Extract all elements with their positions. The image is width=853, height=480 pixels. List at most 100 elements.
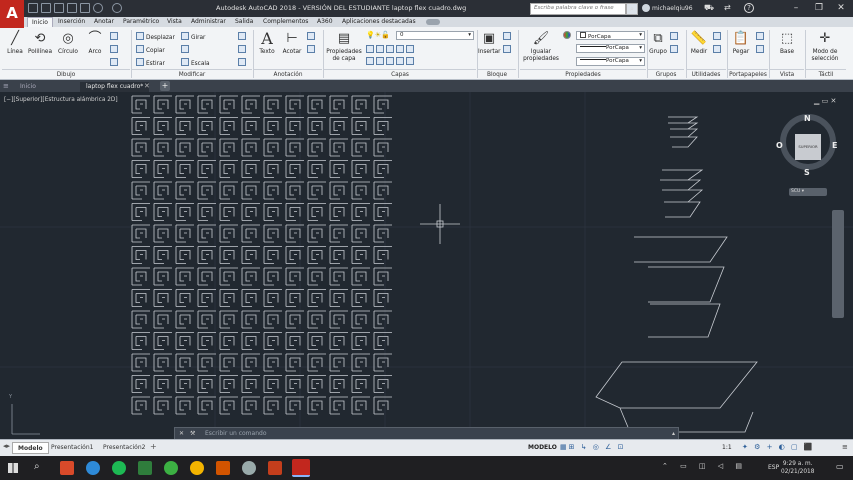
whatsapp-icon[interactable] bbox=[164, 461, 178, 475]
sublime-icon[interactable] bbox=[216, 461, 230, 475]
tab-a360[interactable]: A360 bbox=[317, 17, 333, 27]
leader-tool[interactable] bbox=[307, 32, 317, 41]
panel-title-dibujo[interactable]: Dibujo bbox=[2, 69, 130, 79]
sync-taskbar-icon[interactable] bbox=[86, 461, 100, 475]
command-input[interactable]: Escribir un comando bbox=[205, 430, 267, 437]
search-input[interactable]: Escriba palabra clave o frase bbox=[530, 3, 626, 15]
acotar-tool[interactable]: ⊢ Acotar bbox=[280, 30, 304, 55]
linea-tool[interactable]: ╱ Línea bbox=[4, 30, 26, 55]
array-tool[interactable] bbox=[238, 58, 248, 67]
wcs-menu[interactable]: SCU ▾ bbox=[789, 188, 827, 196]
tab-complementos[interactable]: Complementos bbox=[263, 17, 308, 27]
layer-status-icons[interactable]: 💡☀🔓 bbox=[366, 31, 390, 39]
hatch-tool[interactable] bbox=[110, 45, 120, 54]
save-as-icon[interactable] bbox=[67, 3, 77, 13]
new-tab-icon[interactable]: + bbox=[160, 81, 170, 91]
ribbon-toggle-button[interactable] bbox=[426, 19, 440, 25]
close-command-icon[interactable]: ✕ bbox=[179, 428, 184, 439]
circulo-tool[interactable]: ◎ Círculo bbox=[56, 30, 80, 55]
tab-drawing[interactable]: laptop flex cuadro* bbox=[80, 82, 150, 92]
panel-title-utilidades[interactable]: Utilidades bbox=[686, 69, 726, 79]
drawing-canvas[interactable] bbox=[0, 92, 853, 439]
panel-title-modificar[interactable]: Modificar bbox=[132, 69, 252, 79]
tab-salida[interactable]: Salida bbox=[235, 17, 253, 27]
propiedades-capa-tool[interactable]: ▤ Propiedades de capa bbox=[326, 30, 362, 63]
viewcube-face[interactable]: SUPERIOR bbox=[795, 134, 821, 160]
fillet-tool[interactable] bbox=[238, 45, 248, 54]
girar-tool[interactable]: Girar bbox=[181, 32, 205, 41]
escala-tool[interactable]: Escala bbox=[181, 58, 210, 67]
ungroup-tool[interactable] bbox=[670, 32, 680, 41]
linetype-dropdown[interactable]: PorCapa ▾ bbox=[576, 44, 645, 53]
viewcube-north[interactable]: N bbox=[804, 114, 811, 123]
chrome-icon[interactable] bbox=[190, 461, 204, 475]
color-dropdown[interactable]: PorCapa ▾ bbox=[576, 31, 645, 40]
pegar-tool[interactable]: 📋 Pegar bbox=[730, 30, 752, 55]
group-edit-tool[interactable] bbox=[670, 45, 680, 54]
tab-presentacion2[interactable]: Presentación2 bbox=[98, 442, 150, 454]
command-settings-icon[interactable]: ⚒ bbox=[190, 428, 195, 439]
tab-vista[interactable]: Vista bbox=[167, 17, 182, 27]
status-tools-icons[interactable]: ✦ ⚙ + ◐ ▢ ⬛ bbox=[742, 443, 815, 451]
model-space-button[interactable]: MODELO bbox=[528, 444, 557, 451]
rectangle-tool[interactable] bbox=[110, 32, 120, 41]
tab-administrar[interactable]: Administrar bbox=[191, 17, 226, 27]
search-icon[interactable]: ⌕ bbox=[626, 3, 638, 15]
copy-clip-tool[interactable] bbox=[756, 45, 766, 54]
mirror-tool[interactable] bbox=[181, 45, 191, 54]
polilinea-tool[interactable]: ⟲ Polilínea bbox=[27, 30, 53, 55]
spotify-icon[interactable] bbox=[112, 461, 126, 475]
panel-title-vista[interactable]: Vista bbox=[770, 69, 804, 79]
modo-seleccion-tool[interactable]: ✛ Modo de selección bbox=[806, 30, 844, 63]
tab-presentacion1[interactable]: Presentación1 bbox=[46, 442, 98, 454]
exchange-icon[interactable]: ⇄ bbox=[724, 3, 731, 12]
arco-tool[interactable]: ⌒ Arco bbox=[84, 30, 106, 55]
tab-insercion[interactable]: Inserción bbox=[58, 17, 85, 27]
panel-title-capas[interactable]: Capas bbox=[324, 69, 476, 79]
gradient-tool[interactable] bbox=[110, 58, 120, 67]
edit-block-tool[interactable] bbox=[503, 45, 513, 54]
copiar-tool[interactable]: Copiar bbox=[136, 45, 165, 54]
maximize-icon[interactable]: ❐ bbox=[808, 0, 830, 16]
igualar-propiedades-tool[interactable]: 🖌 Igualar propiedades bbox=[520, 30, 562, 63]
app-taskbar-icon[interactable] bbox=[60, 461, 74, 475]
command-history-icon[interactable]: ▴ bbox=[672, 428, 675, 439]
viewcube-west[interactable]: O bbox=[776, 141, 783, 150]
estirar-tool[interactable]: Estirar bbox=[136, 58, 165, 67]
create-block-tool[interactable] bbox=[503, 32, 513, 41]
panel-title-grupos[interactable]: Grupos bbox=[648, 69, 684, 79]
open-file-icon[interactable] bbox=[41, 3, 51, 13]
cut-tool[interactable] bbox=[756, 32, 766, 41]
minimize-icon[interactable]: – bbox=[785, 0, 807, 16]
base-tool[interactable]: ⬚ Base bbox=[776, 30, 798, 55]
undo-icon[interactable] bbox=[93, 3, 103, 13]
grid-snap-icons[interactable]: ▦⊞ ↳ ◎ ∠ ⊡ bbox=[560, 443, 626, 451]
texto-tool[interactable]: A Texto bbox=[256, 30, 278, 56]
navigation-bar[interactable] bbox=[832, 210, 844, 318]
layout-nav-icon[interactable]: ◂▸ bbox=[3, 442, 10, 450]
tab-modelo[interactable]: Modelo bbox=[12, 442, 49, 454]
layer-dropdown[interactable]: 0 ▾ bbox=[396, 31, 474, 40]
cart-icon[interactable]: ⛟ bbox=[704, 3, 714, 13]
layer-tools-row1[interactable] bbox=[366, 45, 416, 54]
close-icon[interactable]: ✕ bbox=[830, 0, 852, 16]
tab-aplicaciones[interactable]: Aplicaciones destacadas bbox=[342, 17, 416, 27]
panel-title-portapapeles[interactable]: Portapapeles bbox=[728, 69, 768, 79]
search-taskbar-icon[interactable]: ⌕ bbox=[34, 461, 40, 472]
add-layout-icon[interactable]: + bbox=[150, 442, 157, 451]
file-tabs-menu-icon[interactable]: ≡ bbox=[3, 82, 9, 90]
autocad-taskbar-icon[interactable] bbox=[292, 459, 310, 477]
panel-title-bloque[interactable]: Bloque bbox=[478, 69, 516, 79]
explorer-icon[interactable] bbox=[138, 461, 152, 475]
panel-title-anotacion[interactable]: Anotación bbox=[254, 69, 322, 79]
user-name[interactable]: michaelqiu96 bbox=[652, 5, 693, 12]
windows-start-icon[interactable] bbox=[8, 463, 18, 473]
drawing-viewport[interactable]: [−][Superior][Estructura alámbrica 2D] ▁… bbox=[0, 92, 853, 439]
tab-anotar[interactable]: Anotar bbox=[94, 17, 114, 27]
customize-icon[interactable]: ≡ bbox=[842, 443, 848, 451]
system-tray-icons[interactable]: ⌃ ▭ ◫ ◁ ▤ bbox=[662, 462, 747, 470]
powerpoint-icon[interactable] bbox=[268, 461, 282, 475]
layer-tools-row2[interactable] bbox=[366, 57, 416, 66]
redo-icon[interactable] bbox=[112, 3, 122, 13]
save-icon[interactable] bbox=[54, 3, 64, 13]
